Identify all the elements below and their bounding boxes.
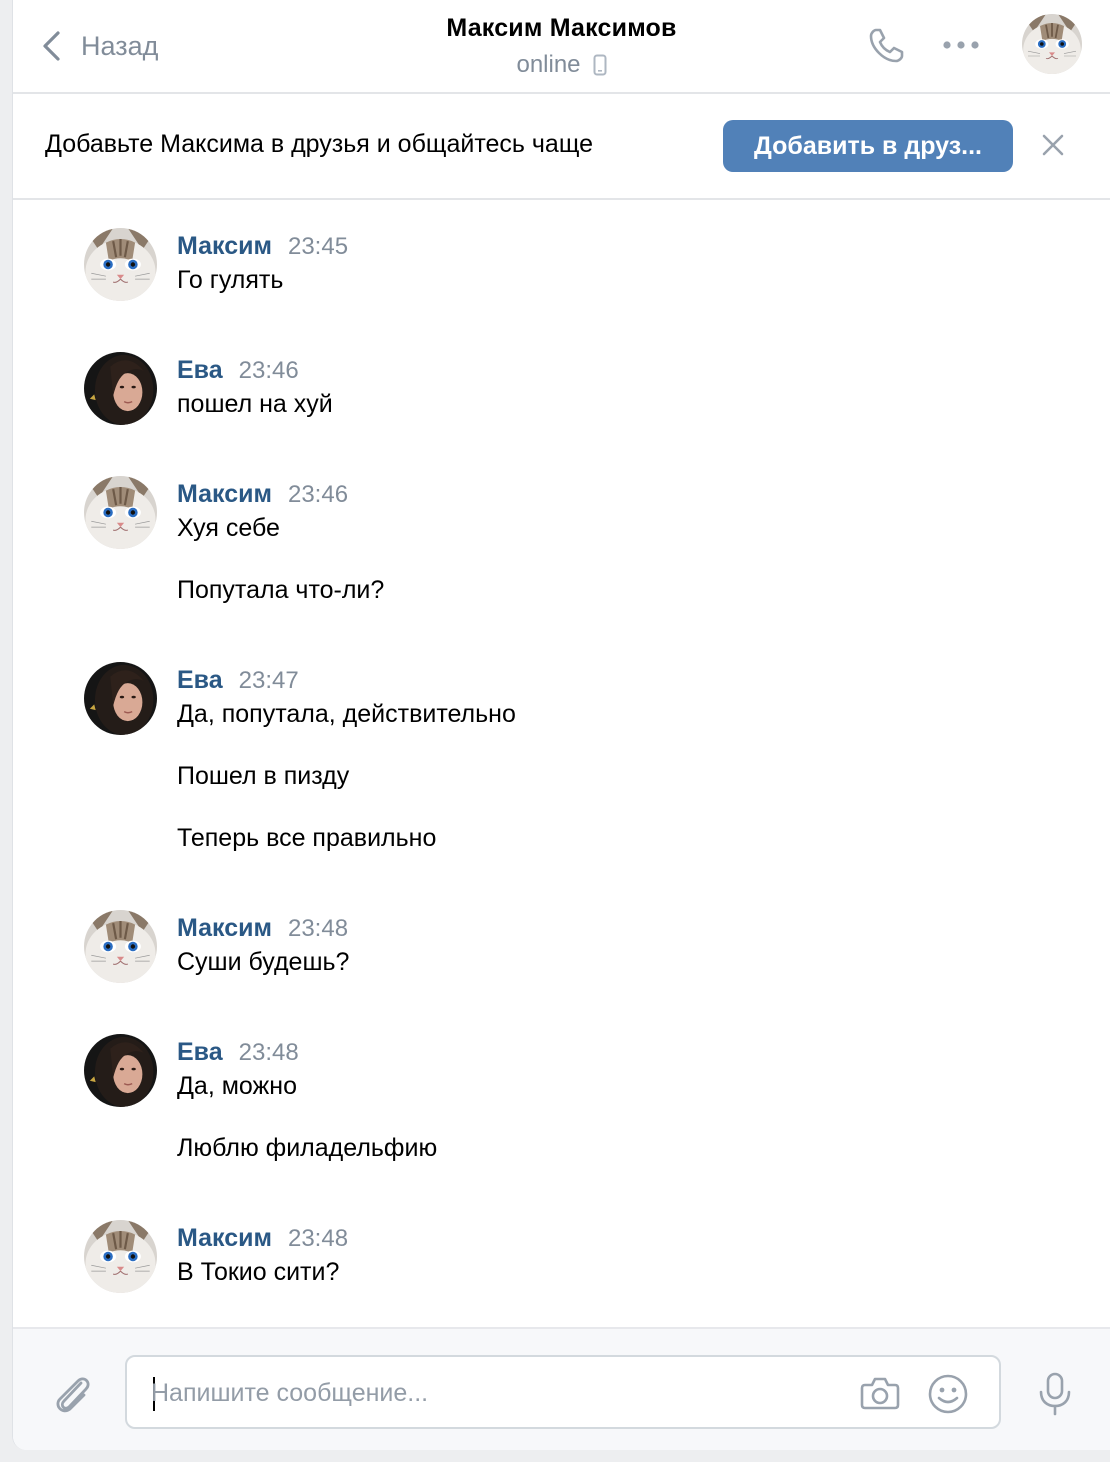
camera-icon[interactable] — [859, 1373, 901, 1413]
avatar[interactable] — [84, 228, 157, 301]
message-text: Пошел в пизду — [177, 762, 350, 790]
message-text: Попутала что-ли? — [177, 576, 385, 604]
avatar[interactable] — [84, 476, 157, 549]
smile-icon[interactable] — [927, 1373, 969, 1415]
more-dots-icon[interactable] — [941, 30, 981, 60]
message-time[interactable]: 23:48 — [239, 1039, 299, 1067]
message-meta: Максим 23:48 — [177, 914, 348, 943]
message-text: Суши будешь? — [177, 948, 350, 976]
message-meta: Ева 23:48 — [177, 1038, 299, 1067]
message-author[interactable]: Ева — [177, 356, 223, 385]
message-text: Да, можно — [177, 1072, 297, 1100]
message-input-box[interactable] — [125, 1355, 1001, 1429]
message-author[interactable]: Ева — [177, 1038, 223, 1067]
message-composer — [13, 1327, 1110, 1450]
message-author[interactable]: Максим — [177, 914, 272, 943]
microphone-icon[interactable] — [1037, 1371, 1073, 1417]
message-meta: Максим 23:48 — [177, 1224, 348, 1253]
chat-header: Назад Максим Максимов online — [13, 0, 1110, 94]
message-time[interactable]: 23:48 — [288, 1225, 348, 1253]
message-meta: Ева 23:47 — [177, 666, 299, 695]
message-author[interactable]: Максим — [177, 232, 272, 261]
avatar[interactable] — [84, 1034, 157, 1107]
message-author[interactable]: Максим — [177, 480, 272, 509]
paperclip-icon[interactable] — [51, 1371, 93, 1417]
message-time[interactable]: 23:47 — [239, 667, 299, 695]
mobile-phone-icon — [593, 54, 607, 76]
message-meta: Максим 23:46 — [177, 480, 348, 509]
message-text: Теперь все правильно — [177, 824, 437, 852]
avatar[interactable] — [84, 662, 157, 735]
add-friend-banner: Добавьте Максима в друзья и общайтесь ча… — [13, 94, 1110, 200]
avatar[interactable] — [84, 352, 157, 425]
message-text: пошел на хуй — [177, 390, 333, 418]
add-friend-button[interactable]: Добавить в друз... — [723, 120, 1013, 172]
message-input[interactable] — [151, 1375, 831, 1411]
chat-window: Назад Максим Максимов online Добавьте Ма… — [12, 0, 1110, 1450]
close-icon[interactable] — [1040, 132, 1066, 158]
status-text: online — [516, 51, 581, 78]
message-author[interactable]: Максим — [177, 1224, 272, 1253]
message-time[interactable]: 23:46 — [239, 357, 299, 385]
message-time[interactable]: 23:45 — [288, 233, 348, 261]
message-text: Хуя себе — [177, 514, 280, 542]
avatar[interactable] — [1022, 14, 1082, 74]
banner-text: Добавьте Максима в друзья и общайтесь ча… — [45, 130, 594, 158]
phone-icon[interactable] — [866, 24, 908, 66]
message-text: Го гулять — [177, 266, 284, 294]
message-time[interactable]: 23:48 — [288, 915, 348, 943]
message-meta: Ева 23:46 — [177, 356, 299, 385]
message-text: В Токио сити? — [177, 1258, 340, 1286]
message-text: Да, попутала, действительно — [177, 700, 516, 728]
message-text: Люблю филадельфию — [177, 1134, 438, 1162]
message-meta: Максим 23:45 — [177, 232, 348, 261]
message-author[interactable]: Ева — [177, 666, 223, 695]
avatar[interactable] — [84, 1220, 157, 1293]
message-time[interactable]: 23:46 — [288, 481, 348, 509]
avatar[interactable] — [84, 910, 157, 983]
